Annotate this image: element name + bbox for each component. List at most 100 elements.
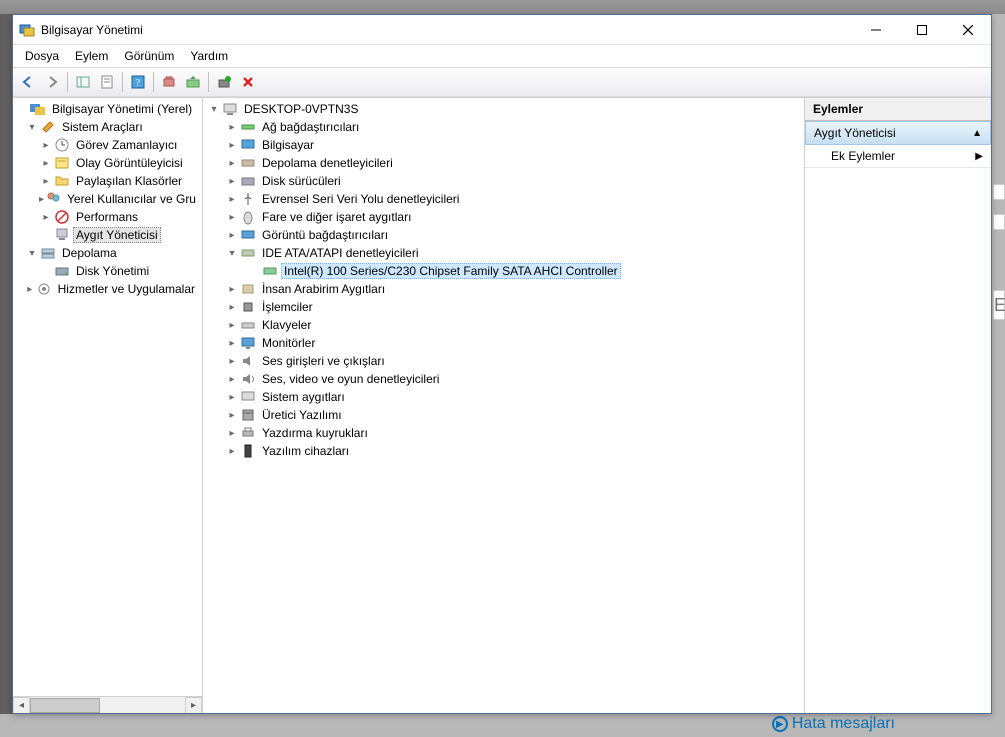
chevron-down-icon[interactable]: ▾ [25,246,39,260]
display-adapter-icon [240,227,256,243]
users-icon [45,191,61,207]
chevron-right-icon[interactable]: ▸ [39,138,53,152]
close-button[interactable] [945,15,991,45]
chevron-down-icon[interactable]: ▾ [25,120,39,134]
chevron-right-icon[interactable]: ▸ [39,156,53,170]
tree-disk-management[interactable]: ▸ Disk Yönetimi [13,262,202,280]
cat-storage-ctrl[interactable]: ▸Depolama denetleyicileri [203,154,804,172]
ide-icon [240,245,256,261]
chevron-right-icon[interactable]: ▸ [225,300,239,314]
chevron-right-icon[interactable]: ▸ [225,174,239,188]
actions-context-row[interactable]: Aygıt Yöneticisi ▲ [805,121,991,145]
back-button[interactable] [17,71,39,93]
minimize-button[interactable] [853,15,899,45]
chevron-right-icon[interactable]: ▸ [225,156,239,170]
console-tree[interactable]: ▸ Bilgisayar Yönetimi (Yerel) ▾ Sistem A… [13,98,202,696]
tree-storage[interactable]: ▾ Depolama [13,244,202,262]
device-tree[interactable]: ▾ DESKTOP-0VPTN3S ▸Ağ bağdaştırıcıları ▸… [203,98,804,713]
chevron-right-icon[interactable]: ▸ [225,408,239,422]
cat-keyboard[interactable]: ▸Klavyeler [203,316,804,334]
device-intel-sata[interactable]: ▸Intel(R) 100 Series/C230 Chipset Family… [203,262,804,280]
cat-ide[interactable]: ▾IDE ATA/ATAPI denetleyicileri [203,244,804,262]
hid-icon [240,281,256,297]
cat-audio-io[interactable]: ▸Ses girişleri ve çıkışları [203,352,804,370]
actions-panel: Eylemler Aygıt Yöneticisi ▲ Ek Eylemler … [805,98,991,713]
chevron-right-icon[interactable]: ▸ [225,336,239,350]
forward-button[interactable] [41,71,63,93]
chevron-right-icon[interactable]: ▸ [225,210,239,224]
chevron-right-icon[interactable]: ▸ [25,282,35,296]
cat-monitor[interactable]: ▸Monitörler [203,334,804,352]
help-button[interactable]: ? [127,71,149,93]
main-area: ▸ Bilgisayar Yönetimi (Yerel) ▾ Sistem A… [13,97,991,713]
chevron-right-icon[interactable]: ▸ [225,282,239,296]
actions-more-row[interactable]: Ek Eylemler ▶ [805,145,991,168]
chevron-right-icon[interactable]: ▸ [225,318,239,332]
scroll-thumb[interactable] [30,698,100,713]
uninstall-button[interactable] [213,71,235,93]
tree-local-users[interactable]: ▸ Yerel Kullanıcılar ve Gru [13,190,202,208]
cat-disk-drives[interactable]: ▸Disk sürücüleri [203,172,804,190]
menu-view[interactable]: Görünüm [116,47,182,65]
tree-system-tools[interactable]: ▾ Sistem Araçları [13,118,202,136]
titlebar: Bilgisayar Yönetimi [13,15,991,45]
chevron-down-icon[interactable]: ▾ [225,246,239,260]
cat-hid[interactable]: ▸İnsan Arabirim Aygıtları [203,280,804,298]
cat-cpu[interactable]: ▸İşlemciler [203,298,804,316]
cat-mouse[interactable]: ▸Fare ve diğer işaret aygıtları [203,208,804,226]
cat-network[interactable]: ▸Ağ bağdaştırıcıları [203,118,804,136]
left-scrollbar[interactable]: ◂ ▸ [13,696,202,713]
chevron-right-icon[interactable]: ▸ [225,138,239,152]
chevron-right-icon[interactable]: ▸ [225,444,239,458]
chevron-right-icon[interactable]: ▸ [225,390,239,404]
chevron-right-icon[interactable]: ▸ [225,192,239,206]
cat-print[interactable]: ▸Yazdırma kuyrukları [203,424,804,442]
chevron-right-icon[interactable]: ▸ [225,372,239,386]
scroll-left-button[interactable]: ◂ [13,697,30,714]
chevron-right-icon[interactable]: ▸ [225,354,239,368]
disk-icon [54,263,70,279]
tree-event-viewer[interactable]: ▸ Olay Görüntüleyicisi [13,154,202,172]
scan-hardware-button[interactable] [158,71,180,93]
menu-file[interactable]: Dosya [17,47,67,65]
tools-icon [40,119,56,135]
cat-sound[interactable]: ▸Ses, video ve oyun denetleyicileri [203,370,804,388]
tree-task-scheduler[interactable]: ▸ Görev Zamanlayıcı [13,136,202,154]
cat-software[interactable]: ▸Yazılım cihazları [203,442,804,460]
actions-more-label: Ek Eylemler [831,149,895,163]
cat-sysdev[interactable]: ▸Sistem aygıtları [203,388,804,406]
printer-icon [240,425,256,441]
properties-button[interactable] [96,71,118,93]
chevron-right-icon[interactable]: ▸ [39,210,53,224]
tree-services-apps[interactable]: ▸ Hizmetler ve Uygulamalar [13,280,202,298]
chevron-down-icon[interactable]: ▾ [207,102,221,116]
tree-root[interactable]: ▸ Bilgisayar Yönetimi (Yerel) [13,100,202,118]
tree-device-manager[interactable]: ▸ Aygıt Yöneticisi [13,226,202,244]
computer-management-window: Bilgisayar Yönetimi Dosya Eylem Görünüm … [12,14,992,714]
tree-performance[interactable]: ▸ Performans [13,208,202,226]
network-icon [240,119,256,135]
chevron-right-icon[interactable]: ▸ [39,174,53,188]
disable-button[interactable] [237,71,259,93]
cat-display[interactable]: ▸Görüntü bağdaştırıcıları [203,226,804,244]
chevron-right-icon[interactable]: ▸ [225,426,239,440]
cat-usb[interactable]: ▸Evrensel Seri Veri Yolu denetleyicileri [203,190,804,208]
maximize-button[interactable] [899,15,945,45]
update-driver-button[interactable] [182,71,204,93]
device-root[interactable]: ▾ DESKTOP-0VPTN3S [203,100,804,118]
show-hide-tree-button[interactable] [72,71,94,93]
device-tree-panel: ▾ DESKTOP-0VPTN3S ▸Ağ bağdaştırıcıları ▸… [203,98,805,713]
tree-shared-folders[interactable]: ▸ Paylaşılan Klasörler [13,172,202,190]
firmware-icon [240,407,256,423]
chevron-right-icon[interactable]: ▸ [39,192,44,206]
chevron-right-icon[interactable]: ▸ [225,120,239,134]
menu-help[interactable]: Yardım [182,47,236,65]
cat-computer[interactable]: ▸Bilgisayar [203,136,804,154]
folder-icon [54,173,70,189]
chevron-right-icon[interactable]: ▸ [225,228,239,242]
scroll-right-button[interactable]: ▸ [185,697,202,714]
pc-icon [240,137,256,153]
console-tree-panel: ▸ Bilgisayar Yönetimi (Yerel) ▾ Sistem A… [13,98,203,713]
cat-firmware[interactable]: ▸Üretici Yazılımı [203,406,804,424]
menu-action[interactable]: Eylem [67,47,116,65]
